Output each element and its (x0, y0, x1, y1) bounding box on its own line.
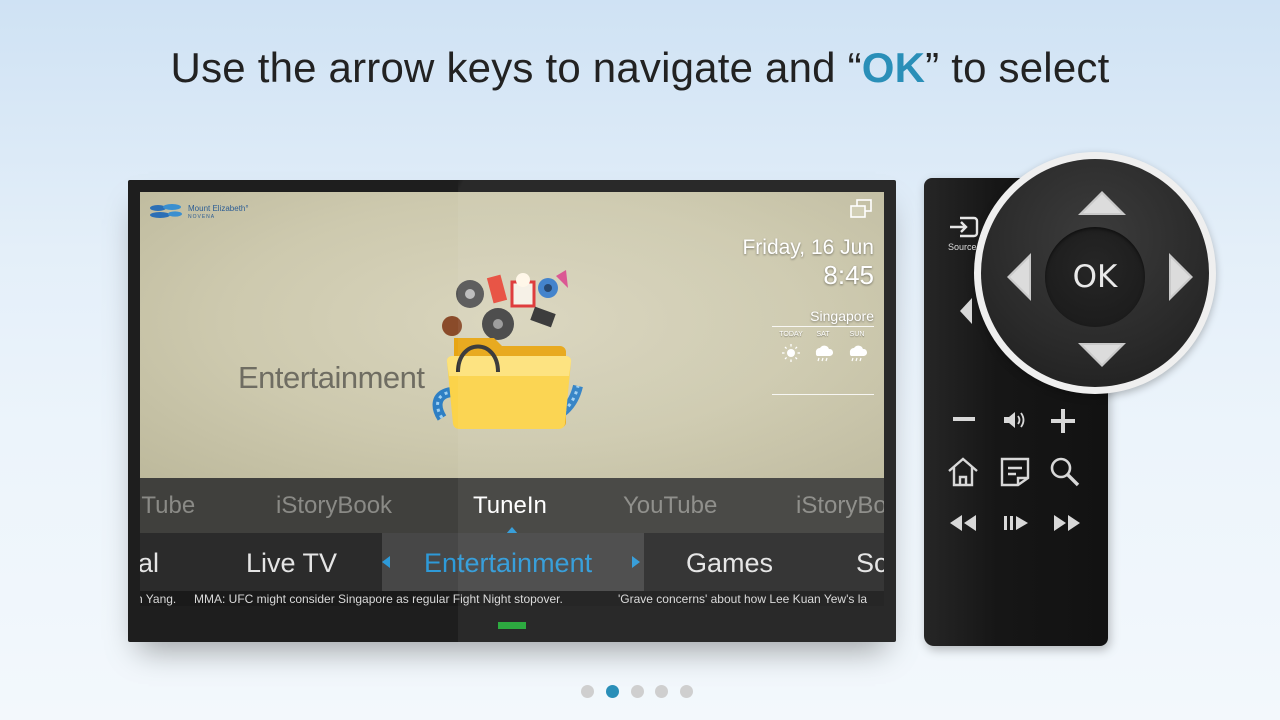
dpad: OK (981, 159, 1209, 387)
weather-city: Singapore (810, 308, 874, 324)
headline-prefix: Use the arrow keys to navigate and “ (170, 44, 862, 91)
caret-left-icon[interactable] (382, 556, 390, 568)
category-row: al Live TV Entertainment Games Sc (140, 533, 884, 591)
apps-row: uTube iStoryBook TuneIn YouTube iStoryBo (140, 478, 884, 534)
news-ticker: n Yang. MMA: UFC might consider Singapor… (140, 591, 884, 606)
logo-sub: NOVENA (188, 214, 216, 220)
logo-icon (150, 204, 182, 218)
home-icon[interactable] (946, 456, 980, 488)
page-dot[interactable] (680, 685, 693, 698)
page-dot[interactable] (631, 685, 644, 698)
category-item[interactable]: al (140, 548, 159, 579)
fast-forward-icon[interactable] (1052, 514, 1082, 532)
ticker-item: n Yang. (140, 592, 177, 606)
entertainment-folder-icon (432, 270, 583, 430)
arrow-left-icon[interactable] (958, 296, 974, 326)
rewind-icon[interactable] (948, 514, 978, 532)
play-pause-icon[interactable] (1002, 514, 1030, 532)
weather-day-sun: SUN (849, 331, 865, 338)
weather-divider (772, 394, 874, 395)
window-restore-icon[interactable] (848, 198, 874, 220)
page-dot[interactable] (581, 685, 594, 698)
tv-screen: Mount Elizabeth° NOVENA Friday, 16 Jun 8… (140, 192, 884, 606)
app-item-active[interactable]: TuneIn (473, 492, 547, 520)
ticker-item: 'Grave concerns' about how Lee Kuan Yew'… (618, 592, 868, 606)
ok-label: OK (1072, 259, 1118, 295)
source-label: Source (948, 242, 977, 252)
search-icon[interactable] (1048, 456, 1082, 488)
arrow-left-icon[interactable] (1005, 252, 1033, 302)
app-item[interactable]: iStoryBook (276, 492, 392, 520)
time-label: 8:45 (823, 260, 874, 290)
logo-name: Mount Elizabeth° (188, 204, 249, 213)
page-dot-active[interactable] (606, 685, 619, 698)
power-led (498, 622, 526, 629)
minus-icon[interactable] (952, 414, 976, 424)
arrow-up-icon[interactable] (1077, 189, 1127, 217)
source-icon[interactable] (946, 214, 980, 240)
app-item[interactable]: iStoryBo (796, 492, 884, 520)
hero-title: Entertainment (238, 360, 425, 395)
caret-right-icon[interactable] (632, 556, 640, 568)
app-item[interactable]: uTube (140, 492, 195, 520)
plus-icon[interactable] (1050, 408, 1076, 434)
ok-button[interactable]: OK (1045, 227, 1145, 327)
hospital-logo: Mount Elizabeth° NOVENA (148, 200, 278, 226)
rain-icon (815, 345, 834, 362)
headline-suffix: ” to select (925, 44, 1110, 91)
dpad-zoom: OK (974, 152, 1216, 394)
weather-day-today: TODAY (779, 331, 803, 338)
menu-icon[interactable] (998, 456, 1032, 488)
hero-panel: Mount Elizabeth° NOVENA Friday, 16 Jun 8… (140, 192, 884, 478)
category-item[interactable]: Games (686, 548, 773, 579)
rain-icon (849, 345, 868, 362)
arrow-down-icon[interactable] (1077, 341, 1127, 369)
pagination-dots (581, 685, 701, 699)
category-item-active[interactable]: Entertainment (424, 548, 592, 579)
tv-frame: Mount Elizabeth° NOVENA Friday, 16 Jun 8… (128, 180, 896, 642)
ticker-item: MMA: UFC might consider Singapore as reg… (194, 592, 563, 606)
headline: Use the arrow keys to navigate and “OK” … (0, 44, 1280, 92)
category-item[interactable]: Sc (856, 548, 884, 579)
arrow-right-icon[interactable] (1167, 252, 1195, 302)
weather-day-sat: SAT (816, 331, 830, 338)
weather-forecast: TODAY SAT SUN (772, 326, 874, 396)
category-item[interactable]: Live TV (246, 548, 337, 579)
app-item[interactable]: YouTube (623, 492, 717, 520)
page-dot[interactable] (655, 685, 668, 698)
volume-icon[interactable] (1002, 410, 1028, 430)
sunny-icon (782, 344, 800, 362)
headline-ok: OK (861, 44, 926, 91)
date-label: Friday, 16 Jun (742, 236, 874, 259)
